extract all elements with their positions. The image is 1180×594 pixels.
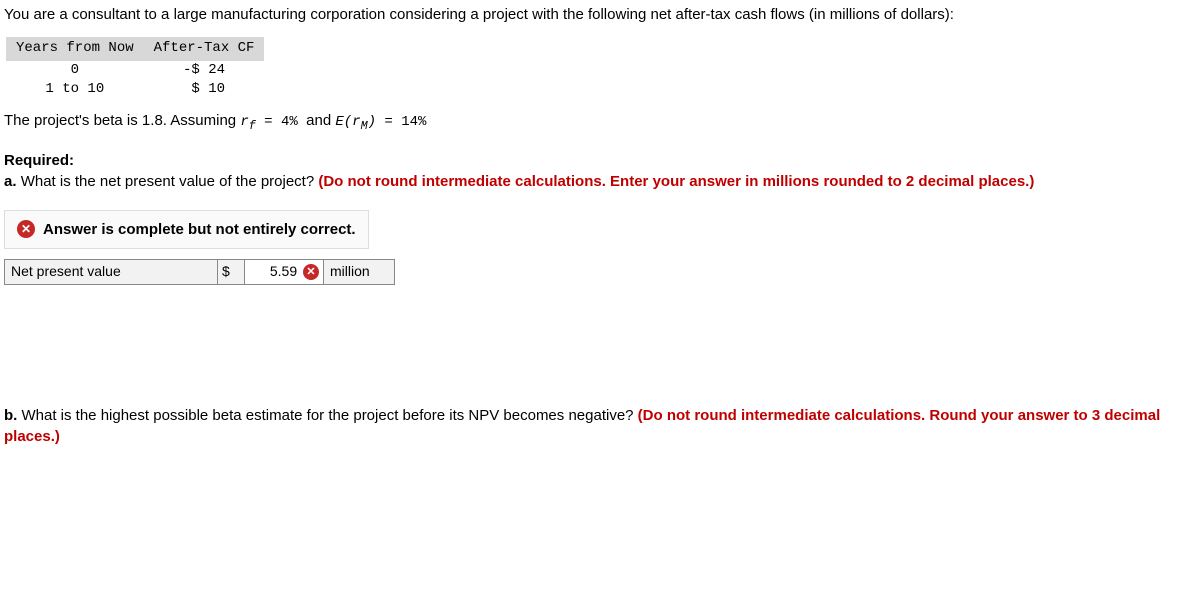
cf-value-0: -$ 24 (144, 61, 265, 81)
erm-symbol: E(r (335, 114, 360, 130)
qb-prefix: b. (4, 407, 22, 424)
feedback-banner: ✕ Answer is complete but not entirely co… (4, 210, 369, 249)
rf-sub: f (249, 119, 256, 133)
cf-head-years: Years from Now (6, 37, 144, 61)
erm-eq: = 14% (376, 114, 426, 130)
error-icon: ✕ (17, 220, 35, 238)
answer-unit: million (324, 259, 395, 284)
cf-years-1: 1 to 10 (6, 80, 144, 100)
feedback-text: Answer is complete but not entirely corr… (43, 219, 356, 240)
intro-text: You are a consultant to a large manufact… (4, 4, 1176, 25)
question-a: a. What is the net present value of the … (4, 171, 1176, 192)
question-b: b. What is the highest possible beta est… (4, 405, 1176, 447)
answer-currency: $ (218, 259, 245, 284)
answer-table: Net present value $ 5.59 ✕ million (4, 259, 395, 285)
erm-sub: M (361, 119, 368, 133)
assumption-line: The project's beta is 1.8. Assuming rf =… (4, 110, 1176, 134)
cf-value-1: $ 10 (144, 80, 265, 100)
rf-symbol: r (240, 114, 248, 130)
cf-years-0: 0 (6, 61, 144, 81)
qa-note: (Do not round intermediate calculations.… (318, 173, 1034, 190)
assumption-prefix: The project's beta is 1.8. Assuming (4, 112, 240, 129)
erm-close: ) (368, 114, 376, 130)
answer-label: Net present value (5, 259, 218, 284)
qb-text: What is the highest possible beta estima… (22, 407, 638, 424)
table-row: 0 -$ 24 (6, 61, 264, 81)
required-label: Required: (4, 150, 1176, 171)
rf-eq: = 4% (256, 114, 306, 130)
cashflow-table: Years from Now After-Tax CF 0 -$ 24 1 to… (6, 37, 264, 100)
table-row: 1 to 10 $ 10 (6, 80, 264, 100)
answer-value: 5.59 (270, 263, 297, 279)
qa-prefix: a. (4, 173, 21, 190)
answer-value-cell[interactable]: 5.59 ✕ (245, 259, 324, 284)
assumption-mid: and (306, 112, 335, 129)
wrong-icon: ✕ (303, 264, 319, 280)
qa-text: What is the net present value of the pro… (21, 173, 319, 190)
cf-head-cf: After-Tax CF (144, 37, 265, 61)
